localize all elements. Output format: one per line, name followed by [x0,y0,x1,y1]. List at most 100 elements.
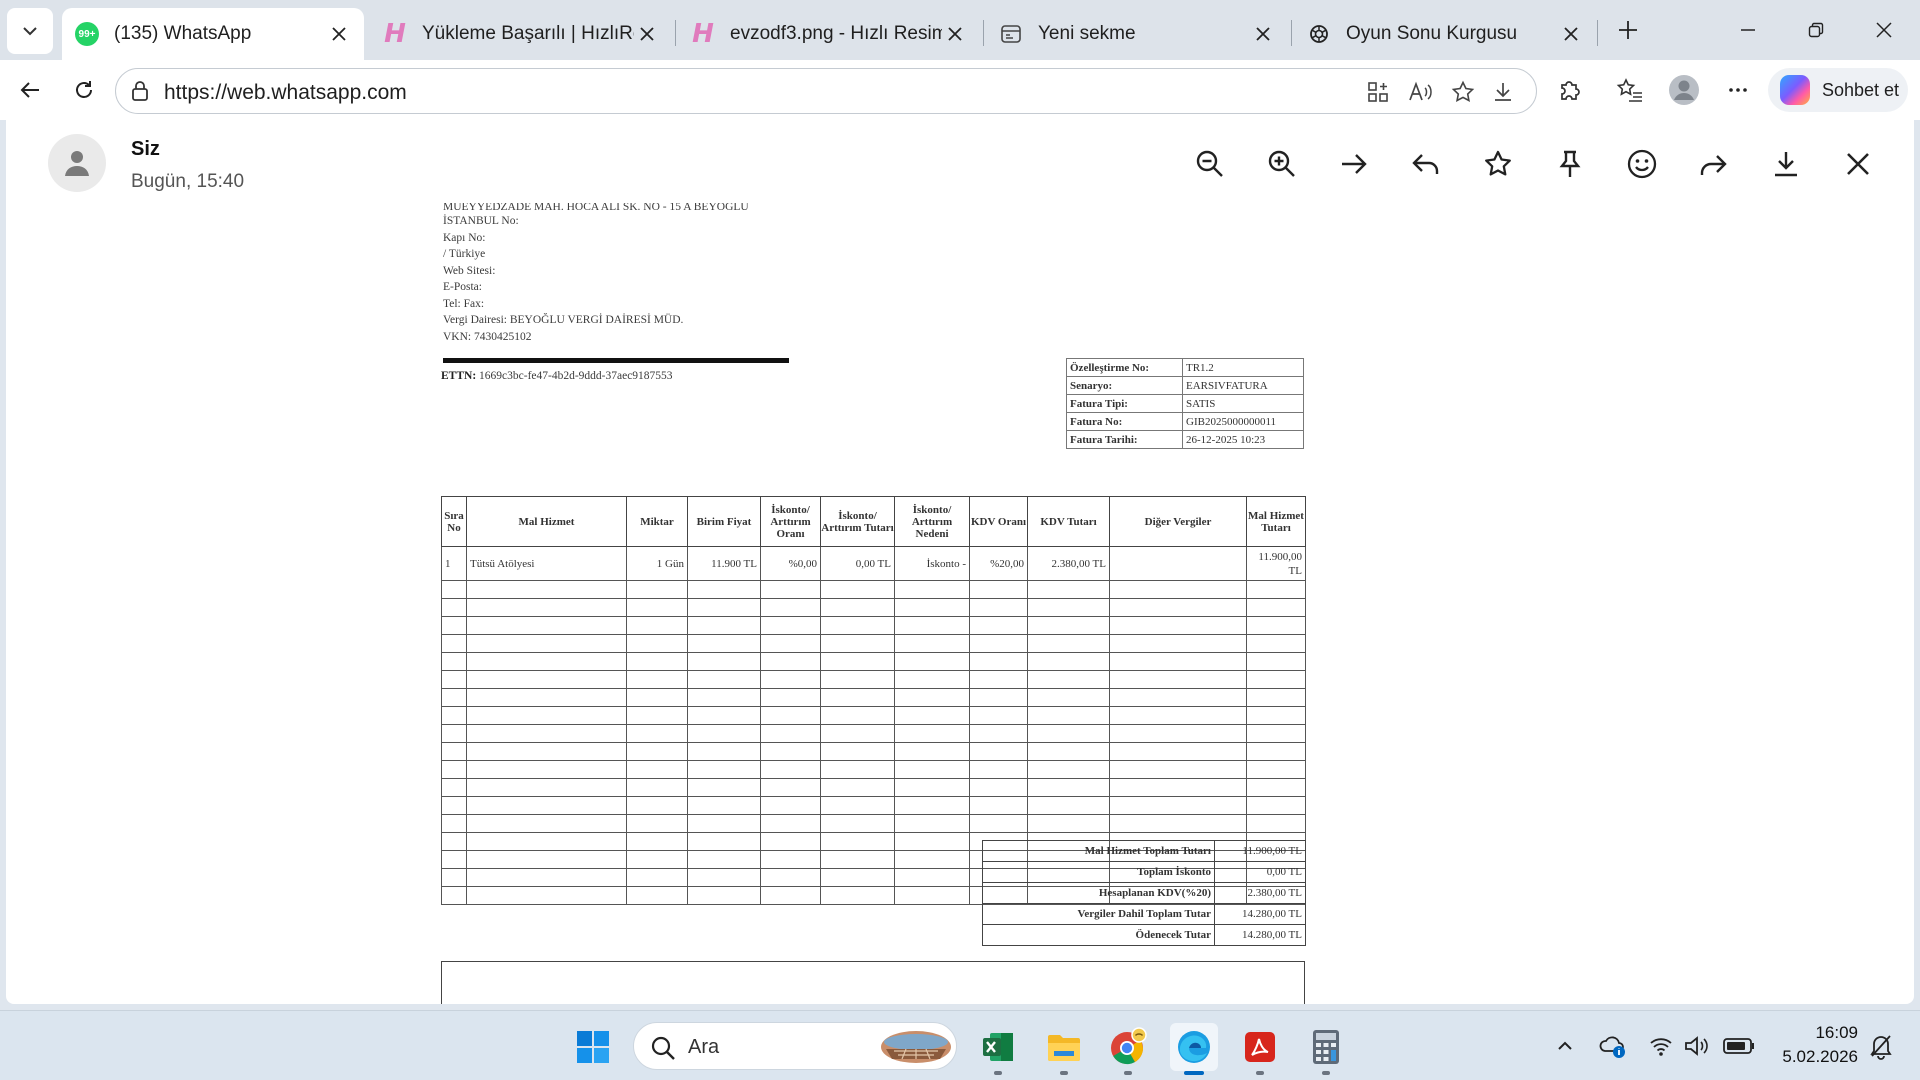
profile-button[interactable] [1664,70,1704,110]
table-cell [820,634,895,653]
table-cell [760,670,821,689]
running-indicator [1256,1071,1264,1075]
reply-button[interactable] [1402,140,1450,188]
speaker-icon [1685,1036,1708,1056]
tab-chatgpt[interactable]: Oyun Sonu Kurgusu [1294,8,1596,60]
system-clock[interactable]: 16:09 5.02.2026 [1762,1021,1858,1069]
table-cell [1246,688,1306,707]
new-tab-button[interactable] [1598,8,1658,52]
items-header-row: Sıra No Mal Hizmet Miktar Birim Fiyat İs… [441,496,1306,547]
start-button[interactable] [569,1023,617,1071]
extensions-button[interactable] [1550,70,1590,110]
tab-new-tab[interactable]: Yeni sekme [986,8,1288,60]
taskbar-edge[interactable] [1170,1023,1218,1075]
table-cell [1027,670,1110,689]
table-cell: Tütsü Atölyesi [466,546,627,581]
copilot-chat-button[interactable]: Sohbet et [1768,68,1908,112]
table-cell [466,670,627,689]
notifications-button[interactable] [1864,1029,1898,1063]
table-cell [1027,652,1110,671]
cloud-info-icon [1599,1036,1625,1058]
ettn-value: 1669c3bc-fe47-4b2d-9ddd-37aec9187553 [479,370,673,382]
close-tab-icon[interactable] [1250,21,1276,47]
taskbar-file-explorer[interactable] [1040,1023,1088,1075]
volume-control[interactable] [1680,1029,1714,1063]
zoom-in-button[interactable] [1258,140,1306,188]
table-cell [1109,742,1247,761]
table-cell [687,814,761,833]
taskbar-excel[interactable] [974,1023,1022,1075]
table-cell [760,652,821,671]
download-icon[interactable] [1491,80,1515,104]
table-cell [760,868,821,887]
settings-more-button[interactable] [1718,70,1758,110]
seller-line: İSTANBUL No: [443,215,519,227]
table-cell [894,814,970,833]
tab-separator [983,20,984,46]
close-tab-icon[interactable] [942,21,968,47]
close-tab-icon[interactable] [634,21,660,47]
taskbar-calculator[interactable] [1302,1023,1350,1075]
empty-table-row [441,778,1306,797]
go-to-message-button[interactable] [1330,140,1378,188]
favorites-button[interactable] [1610,70,1650,110]
table-cell [687,616,761,635]
table-cell [1027,814,1110,833]
url-text[interactable]: https://web.whatsapp.com [164,81,407,105]
app-available-icon[interactable] [1366,80,1390,104]
table-cell [894,778,970,797]
close-window-button[interactable] [1854,8,1914,52]
table-cell [466,616,627,635]
table-cell [441,652,467,671]
tab-whatsapp[interactable]: 99+ (135) WhatsApp [62,8,364,60]
notes-box [441,961,1305,1004]
close-tab-icon[interactable] [1558,21,1584,47]
table-cell [687,796,761,815]
taskbar-acrobat[interactable] [1236,1023,1284,1075]
table-cell [687,580,761,599]
table-cell [969,706,1028,725]
default-user-icon [65,151,89,176]
battery-status[interactable] [1722,1029,1756,1063]
table-cell [1027,778,1110,797]
divider [443,358,789,363]
seller-line: Vergi Dairesi: BEYOĞLU VERGİ DAİRESİ MÜD… [443,314,684,326]
table-cell [466,796,627,815]
back-button[interactable] [10,70,50,110]
table-cell [969,760,1028,779]
read-aloud-icon[interactable] [1408,80,1434,104]
react-button[interactable] [1618,140,1666,188]
refresh-button[interactable] [64,70,104,110]
address-bar[interactable]: https://web.whatsapp.com [115,68,1537,114]
forward-button[interactable] [1690,140,1738,188]
minimize-button[interactable] [1718,8,1778,52]
close-viewer-button[interactable] [1834,140,1882,188]
show-hidden-icons-button[interactable] [1548,1029,1582,1063]
star-button[interactable] [1474,140,1522,188]
sender-avatar[interactable] [48,134,106,192]
table-cell [441,724,467,743]
taskbar-search[interactable]: Ara [633,1022,957,1070]
favorite-star-icon[interactable] [1451,80,1475,104]
zoom-out-button[interactable] [1186,140,1234,188]
table-cell [1246,760,1306,779]
table-cell [969,670,1028,689]
table-cell [760,778,821,797]
onedrive-status[interactable] [1596,1029,1630,1063]
tab-hizliresim-image[interactable]: H evzodf3.png - Hızlı Resim [678,8,980,60]
tab-list-button[interactable] [7,8,53,54]
restore-icon [1808,22,1824,38]
network-status[interactable] [1644,1029,1678,1063]
pin-icon [1559,150,1581,177]
invoice-totals-table: Mal Hizmet Toplam Tutarı 11.900,00 TL Top… [982,840,1306,946]
restore-button[interactable] [1786,8,1846,52]
tab-hizliresim-upload[interactable]: H Yükleme Başarılı | HızlıResim [370,8,672,60]
close-tab-icon[interactable] [326,21,352,47]
download-button[interactable] [1762,140,1810,188]
table-cell [820,688,895,707]
pin-button[interactable] [1546,140,1594,188]
table-cell [441,868,467,887]
excel-icon [983,1033,1013,1061]
taskbar-chrome[interactable] [1104,1023,1152,1075]
table-cell [1027,580,1110,599]
